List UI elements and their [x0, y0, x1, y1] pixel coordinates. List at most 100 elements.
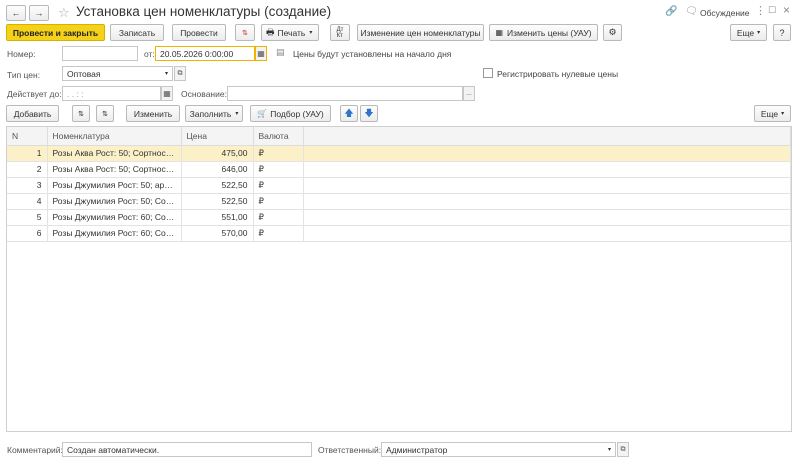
- row-price[interactable]: 522,50: [181, 177, 254, 194]
- open-icon: ⧉: [620, 445, 626, 453]
- table-more-button[interactable]: Еще ▾: [754, 105, 791, 122]
- from-label: от:: [144, 49, 155, 59]
- row-item[interactable]: Розы Джумилия Рост: 60; Сор...: [47, 209, 182, 226]
- structure-icon: ⇅: [242, 29, 248, 37]
- row-price[interactable]: 522,50: [181, 193, 254, 210]
- back-button[interactable]: ←: [6, 5, 26, 21]
- row-price[interactable]: 551,00: [181, 209, 254, 226]
- row-number: 6: [7, 225, 48, 242]
- edit-row-button[interactable]: Изменить: [126, 105, 180, 122]
- open-responsible-button[interactable]: ⧉: [617, 442, 629, 457]
- row-item[interactable]: Розы Джумилия Рост: 50; архив: [47, 177, 182, 194]
- change-prices-button[interactable]: Изменение цен номенклатуры: [357, 24, 484, 41]
- row-currency[interactable]: ₽: [253, 161, 304, 178]
- column-header-filler: [303, 127, 791, 146]
- table-header-row: N Номенклатура Цена Валюта: [7, 127, 791, 146]
- row-number: 4: [7, 193, 48, 210]
- register-zero-label: Регистрировать нулевые цены: [497, 69, 619, 79]
- chevron-down-icon: ▾: [309, 30, 313, 36]
- column-header-currency[interactable]: Валюта: [253, 127, 304, 146]
- pick-uau-button[interactable]: 🛒 Подбор (УАУ): [250, 105, 331, 122]
- row-currency[interactable]: ₽: [253, 193, 304, 210]
- price-type-label: Тип цен:: [7, 70, 41, 80]
- favorite-star-icon[interactable]: ☆: [58, 5, 70, 21]
- dt-kt-button[interactable]: Дт Кт: [330, 24, 350, 41]
- chevron-down-icon[interactable]: ▾: [608, 446, 611, 453]
- row-currency[interactable]: ₽: [253, 177, 304, 194]
- basis-field[interactable]: [227, 86, 463, 101]
- row-item[interactable]: Розы Джумилия Рост: 50; Сор...: [47, 193, 182, 210]
- table-row[interactable]: 6 Розы Джумилия Рост: 60; Сор... 570,00 …: [7, 225, 791, 242]
- settings-button[interactable]: ⚙: [603, 24, 622, 41]
- post-and-close-button[interactable]: Провести и закрыть: [6, 24, 105, 41]
- open-icon: ⧉: [177, 69, 183, 77]
- row-item[interactable]: Розы Джумилия Рост: 60; Сор...: [47, 225, 182, 242]
- sort-asc-icon: ⇅: [78, 110, 84, 118]
- column-header-n[interactable]: N: [7, 127, 48, 146]
- calendar-icon: ▦: [163, 89, 171, 98]
- menu-icon[interactable]: ⋮: [755, 4, 766, 17]
- link-icon[interactable]: 🔗: [665, 6, 677, 17]
- comment-field[interactable]: Создан автоматически.: [62, 442, 312, 457]
- register-zero-checkbox[interactable]: [483, 68, 493, 78]
- change-prices-uau-label: Изменить цены (УАУ): [507, 27, 592, 38]
- post-button[interactable]: Провести: [172, 24, 226, 41]
- calendar-icon: ▦: [257, 49, 265, 58]
- table-row[interactable]: 1 Розы Аква Рост: 50; Сортност... 475,00…: [7, 145, 791, 162]
- date-field[interactable]: 20.05.2026 0:00:00: [155, 46, 255, 61]
- row-currency[interactable]: ₽: [253, 209, 304, 226]
- printer-icon: 🖶: [266, 26, 275, 37]
- valid-until-label: Действует до:: [7, 89, 62, 99]
- price-type-value: Оптовая: [67, 68, 101, 79]
- forward-button[interactable]: →: [29, 5, 49, 21]
- row-item[interactable]: Розы Аква Рост: 50; Сортност...: [47, 145, 182, 162]
- row-number: 1: [7, 145, 48, 162]
- add-row-button[interactable]: Добавить: [6, 105, 59, 122]
- price-type-field[interactable]: Оптовая ▾: [62, 66, 173, 81]
- move-down-button[interactable]: 🡇: [360, 105, 378, 122]
- calendar-button[interactable]: ▦: [255, 46, 267, 61]
- row-item[interactable]: Розы Аква Рост: 50; Сортност...: [47, 161, 182, 178]
- row-price[interactable]: 570,00: [181, 225, 254, 242]
- number-field[interactable]: [62, 46, 138, 61]
- table-more-label: Еще: [760, 108, 779, 119]
- responsible-value: Администратор: [386, 444, 448, 455]
- table-row[interactable]: 3 Розы Джумилия Рост: 50; архив 522,50 ₽: [7, 177, 791, 194]
- basis-label: Основание:: [181, 89, 227, 99]
- arrow-up-icon: 🡅: [344, 107, 354, 118]
- help-icon: ?: [779, 27, 785, 38]
- valid-until-calendar-button[interactable]: ▦: [161, 86, 173, 101]
- close-icon[interactable]: ×: [783, 3, 790, 17]
- help-button[interactable]: ?: [773, 24, 791, 41]
- row-currency[interactable]: ₽: [253, 225, 304, 242]
- row-number: 5: [7, 209, 48, 226]
- table-row[interactable]: 5 Розы Джумилия Рост: 60; Сор... 551,00 …: [7, 209, 791, 226]
- save-button[interactable]: Записать: [110, 24, 164, 41]
- chevron-down-icon[interactable]: ▾: [165, 70, 168, 77]
- structure-button[interactable]: ⇅: [235, 24, 255, 41]
- responsible-field[interactable]: Администратор ▾: [381, 442, 616, 457]
- change-prices-uau-button[interactable]: ▦ Изменить цены (УАУ): [489, 24, 598, 41]
- table-row[interactable]: 2 Розы Аква Рост: 50; Сортност... 646,00…: [7, 161, 791, 178]
- row-filler: [303, 193, 791, 210]
- more-button[interactable]: Еще ▾: [730, 24, 767, 41]
- open-price-type-button[interactable]: ⧉: [174, 66, 186, 81]
- sort-asc-button[interactable]: ⇅: [72, 105, 90, 122]
- row-currency[interactable]: ₽: [253, 145, 304, 162]
- valid-until-field[interactable]: . . : :: [62, 86, 161, 101]
- column-header-item[interactable]: Номенклатура: [47, 127, 182, 146]
- discussion-icon[interactable]: 🗨: [685, 6, 698, 17]
- row-number: 2: [7, 161, 48, 178]
- discussion-link[interactable]: Обсуждение: [700, 8, 750, 18]
- row-price[interactable]: 646,00: [181, 161, 254, 178]
- print-button[interactable]: 🖶 Печать ▾: [261, 24, 319, 41]
- basis-select-button[interactable]: ...: [463, 86, 475, 101]
- column-header-price[interactable]: Цена: [181, 127, 254, 146]
- sort-desc-button[interactable]: ⇅: [96, 105, 114, 122]
- row-price[interactable]: 475,00: [181, 145, 254, 162]
- dt-kt-icon: Дт Кт: [336, 26, 344, 39]
- move-up-button[interactable]: 🡅: [340, 105, 358, 122]
- table-row[interactable]: 4 Розы Джумилия Рост: 50; Сор... 522,50 …: [7, 193, 791, 210]
- fill-button[interactable]: Заполнить ▾: [185, 105, 243, 122]
- maximize-icon[interactable]: ☐: [768, 5, 776, 16]
